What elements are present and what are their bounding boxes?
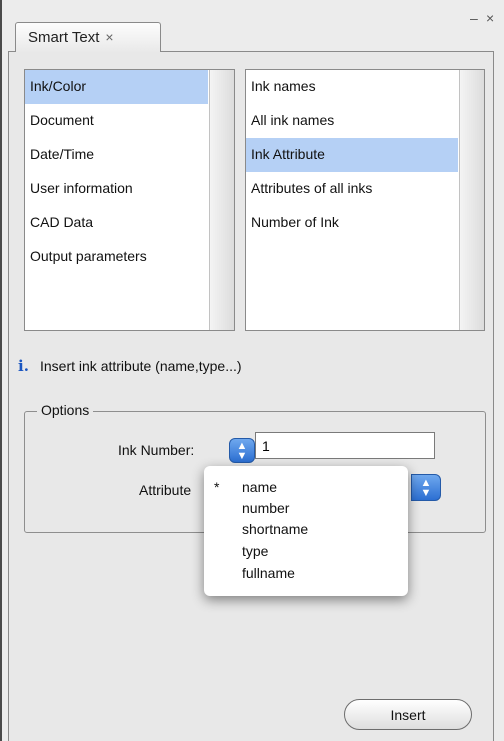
insert-button[interactable]: Insert <box>344 699 472 730</box>
ink-number-stepper[interactable]: ▲ ▼ <box>229 438 255 463</box>
selected-check-icon: * <box>214 479 220 495</box>
ink-number-input[interactable] <box>255 432 435 459</box>
stepper-down-icon: ▼ <box>236 450 248 462</box>
category-list-item[interactable]: Ink/Color <box>25 70 208 104</box>
tab-smart-text[interactable]: Smart Text × <box>15 22 161 52</box>
select-down-icon: ▼ <box>420 487 432 499</box>
field-list-item[interactable]: Attributes of all inks <box>246 172 458 206</box>
attribute-option[interactable]: type <box>242 543 268 559</box>
minimize-icon[interactable]: – <box>470 10 478 26</box>
category-list-item[interactable]: Output parameters <box>25 240 208 274</box>
attribute-label: Attribute <box>139 482 192 498</box>
options-legend: Options <box>37 402 94 418</box>
field-list-scrollbar[interactable] <box>459 70 484 330</box>
category-list-item[interactable]: Document <box>25 104 208 138</box>
field-list-item[interactable]: All ink names <box>246 104 458 138</box>
close-icon[interactable]: × <box>486 10 494 26</box>
attribute-option[interactable]: name <box>242 479 277 495</box>
ink-number-label: Ink Number: <box>118 442 195 458</box>
window-frame-edge <box>0 0 2 741</box>
category-list-item[interactable]: Date/Time <box>25 138 208 172</box>
category-list-item[interactable]: CAD Data <box>25 206 208 240</box>
field-list-item[interactable]: Number of Ink <box>246 206 458 240</box>
tab-close-icon[interactable]: × <box>105 29 113 45</box>
info-icon: i. <box>18 357 29 375</box>
field-list[interactable]: Ink names All ink names Ink Attribute Attri… <box>245 69 485 331</box>
attribute-option[interactable]: fullname <box>242 565 295 581</box>
attribute-option[interactable]: number <box>242 500 289 516</box>
hint-text: Insert ink attribute (name,type...) <box>40 358 242 374</box>
field-list-item[interactable]: Ink names <box>246 70 458 104</box>
category-list-item[interactable]: User information <box>25 172 208 206</box>
category-list[interactable]: Ink/Color Document Date/Time User informati… <box>24 69 235 331</box>
category-list-scrollbar[interactable] <box>209 70 234 330</box>
attribute-dropdown-menu[interactable]: * name number shortname type fullname <box>204 466 408 596</box>
field-list-item[interactable]: Ink Attribute <box>246 138 458 172</box>
attribute-option[interactable]: shortname <box>242 521 308 537</box>
attribute-select-arrows[interactable]: ▲ ▼ <box>411 474 441 501</box>
tab-title: Smart Text <box>28 29 100 46</box>
